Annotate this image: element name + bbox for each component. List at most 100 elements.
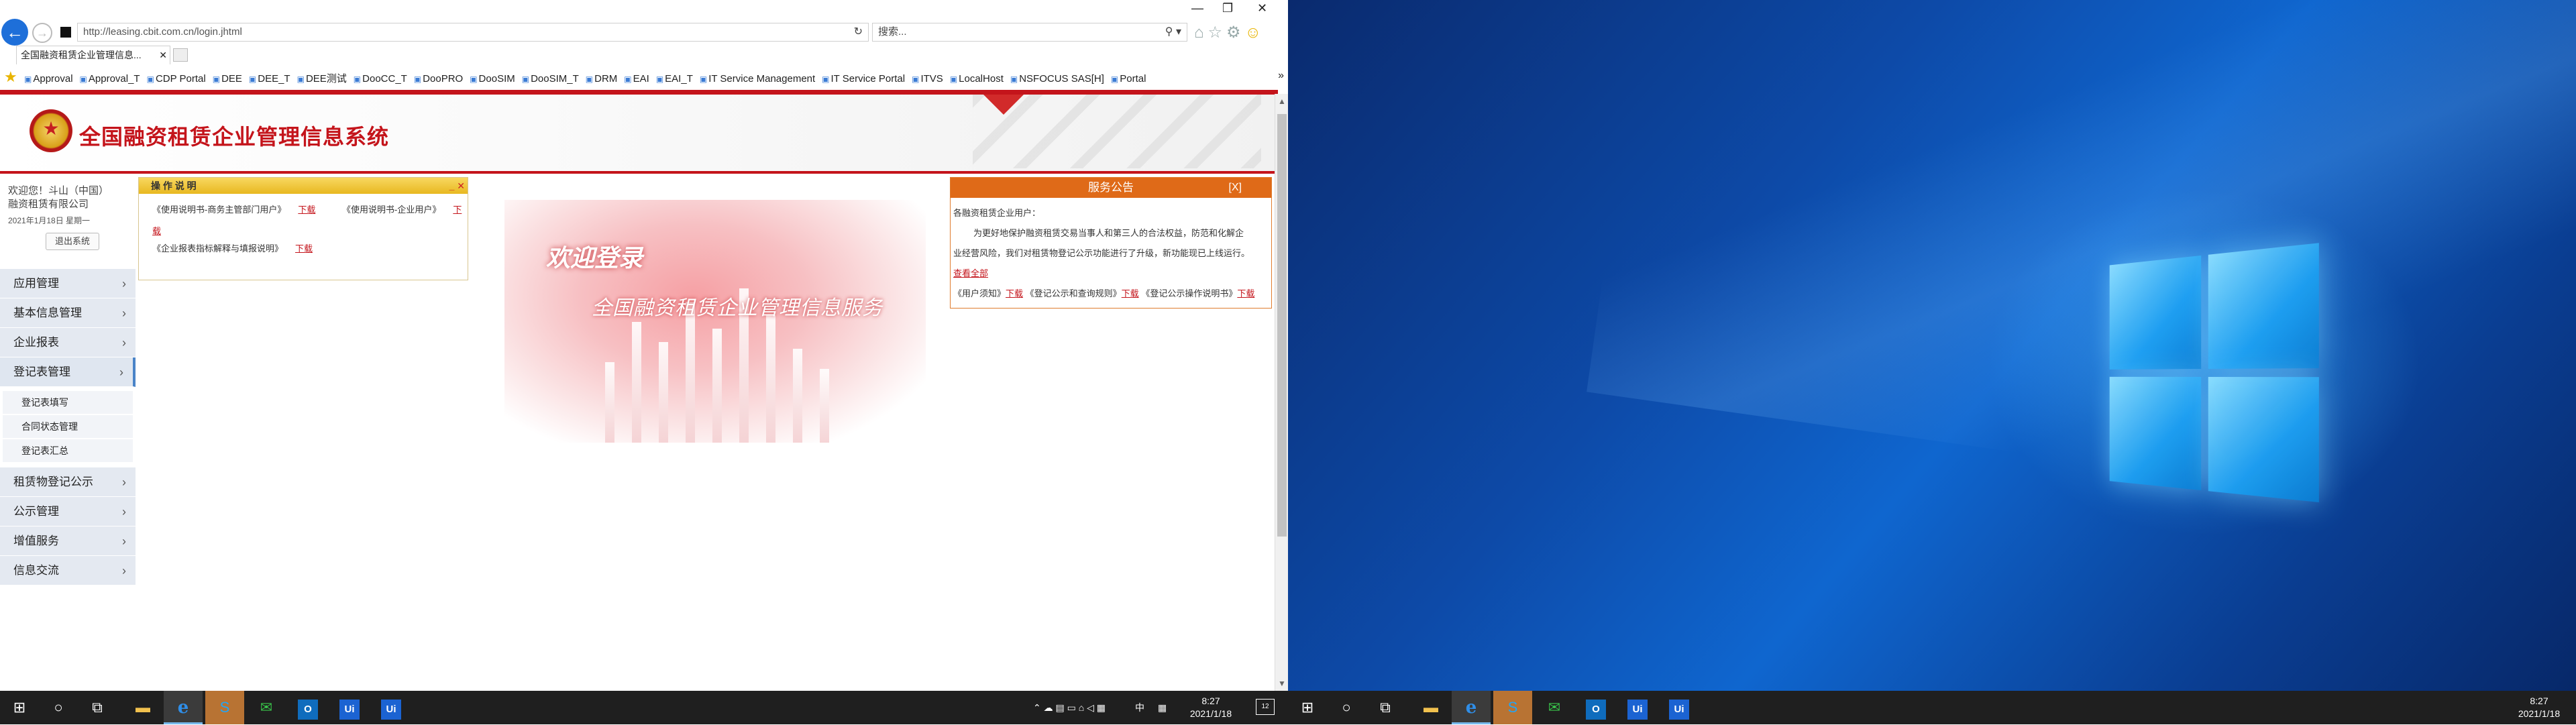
favorite-link[interactable]: DooSIM <box>470 73 515 85</box>
chevron-right-icon: › <box>122 277 126 290</box>
back-button[interactable]: ← <box>1 19 28 46</box>
logo-pane <box>2208 243 2319 369</box>
wechat-icon[interactable]: ✉ <box>247 691 286 724</box>
tab-close-icon[interactable]: ✕ <box>159 46 167 64</box>
favorite-link[interactable]: DEE测试 <box>297 71 347 85</box>
ime-mode-icon[interactable]: ▦ <box>1158 691 1167 724</box>
favorite-link[interactable]: DEE <box>213 73 242 85</box>
search-icon[interactable]: ○ <box>1327 691 1366 724</box>
favorite-link[interactable]: DooSIM_T <box>522 73 579 85</box>
uipath-studio-icon[interactable]: Ui <box>1618 691 1657 724</box>
outlook-icon[interactable]: O <box>288 691 327 724</box>
menu-item-publicity-management[interactable]: 公示管理 › <box>0 497 136 526</box>
download-link[interactable]: 下载 <box>1237 288 1254 298</box>
download-link[interactable]: 下载 <box>295 243 313 254</box>
ime-indicator[interactable]: 中 <box>1135 691 1144 724</box>
notification-center-icon[interactable]: 12 <box>1256 699 1275 715</box>
favorite-link[interactable]: EAI_T <box>656 73 693 85</box>
uipath-robot-icon[interactable]: Ui <box>372 691 411 724</box>
menu-item-lease-registration[interactable]: 租赁物登记公示 › <box>0 467 136 497</box>
current-date: 2021年1月18日 星期一 <box>8 216 91 225</box>
submenu-item-form-summary[interactable]: 登记表汇总 <box>3 439 133 462</box>
submenu-item-contract-status[interactable]: 合同状态管理 <box>3 415 133 438</box>
clock-time: 8:27 <box>2530 695 2548 706</box>
task-view-icon[interactable]: ⧉ <box>1366 691 1405 724</box>
menu-item-registration-forms[interactable]: 登记表管理 › <box>0 357 136 387</box>
favorite-link[interactable]: NSFOCUS SAS[H] <box>1010 73 1104 85</box>
close-window-button[interactable]: ✕ <box>1257 1 1267 15</box>
scrollbar-thumb[interactable] <box>1277 114 1287 537</box>
browser-window: — ❐ ✕ ← → http://leasing.cbit.com.cn/log… <box>0 0 1288 691</box>
internet-explorer-icon[interactable]: e <box>164 691 203 724</box>
view-all-link[interactable]: 查看全部 <box>953 268 988 278</box>
favorite-link[interactable]: LocalHost <box>950 73 1004 85</box>
more-favorites-button[interactable]: » <box>1278 70 1284 82</box>
favorite-link[interactable]: CDP Portal <box>147 73 206 85</box>
building-shape <box>605 362 614 443</box>
new-tab-button[interactable] <box>173 48 188 62</box>
search-icon[interactable]: ⚲ ▾ <box>1165 23 1181 41</box>
system-tray-icons[interactable]: ⌃ ☁ ▤ ▭ ⌂ ◁ ▦ <box>1033 691 1106 724</box>
search-box[interactable]: 搜索... ⚲ ▾ <box>872 23 1187 42</box>
tab-active[interactable]: 全国融资租赁企业管理信息... ✕ <box>16 46 170 64</box>
favorite-link[interactable]: ITVS <box>912 73 943 85</box>
refresh-icon[interactable]: ↻ <box>854 23 863 41</box>
favorite-link[interactable]: DEE_T <box>249 73 290 85</box>
menu-item-basic-info[interactable]: 基本信息管理 › <box>0 298 136 328</box>
file-explorer-icon[interactable]: ▬ <box>1411 691 1450 724</box>
menu-item-app-management[interactable]: 应用管理 › <box>0 269 136 298</box>
menu-item-label: 基本信息管理 <box>13 306 82 319</box>
menu-item-value-added[interactable]: 增值服务 › <box>0 526 136 556</box>
submenu-item-fill-form[interactable]: 登记表填写 <box>3 391 133 414</box>
internet-explorer-icon[interactable]: e <box>1452 691 1491 724</box>
outlook-icon[interactable]: O <box>1576 691 1615 724</box>
favorite-link[interactable]: DooPRO <box>414 73 463 85</box>
forward-button[interactable]: → <box>32 23 52 43</box>
notice-greeting: 各融资租赁企业用户： <box>953 208 1041 218</box>
wechat-icon[interactable]: ✉ <box>1535 691 1574 724</box>
sidebar-menu: 应用管理 › 基本信息管理 › 企业报表 › 登记表管理 › 登记表填写 合同状态管理 … <box>0 269 136 585</box>
file-explorer-icon[interactable]: ▬ <box>123 691 162 724</box>
favorite-link[interactable]: Portal <box>1111 73 1146 85</box>
home-icon[interactable]: ⌂ <box>1194 23 1208 42</box>
download-link[interactable]: 下载 <box>1006 288 1023 298</box>
start-windows-icon[interactable]: ⊞ <box>0 691 39 724</box>
menu-item-label: 租赁物登记公示 <box>13 476 93 488</box>
feedback-smiley-icon[interactable]: ☺ <box>1245 23 1266 42</box>
banner-welcome-text: 欢迎登录 <box>546 244 643 272</box>
favorite-link[interactable]: Approval_T <box>80 73 140 85</box>
panel-close-icon[interactable]: _ ✕ <box>449 178 465 194</box>
favorite-link[interactable]: Approval <box>24 73 72 85</box>
clock[interactable]: 8:27 2021/1/18 <box>2509 695 2569 720</box>
scroll-down-icon[interactable]: ▼ <box>1275 679 1288 688</box>
uipath-robot-icon[interactable]: Ui <box>1660 691 1699 724</box>
favorite-link[interactable]: IT Service Portal <box>822 73 906 85</box>
skype-icon[interactable]: S <box>205 691 244 724</box>
menu-item-info-exchange[interactable]: 信息交流 › <box>0 556 136 585</box>
favorites-bar: ★ Approval Approval_T CDP Portal DEE DEE_T DE… <box>0 67 1288 89</box>
gear-icon[interactable]: ⚙ <box>1226 23 1245 42</box>
maximize-button[interactable]: ❐ <box>1222 1 1233 15</box>
notice-close-button[interactable]: [X] <box>1228 178 1242 198</box>
task-view-icon[interactable]: ⧉ <box>78 691 117 724</box>
download-link[interactable]: 下载 <box>1122 288 1139 298</box>
favorite-link[interactable]: DooCC_T <box>354 73 407 85</box>
download-link[interactable]: 下载 <box>298 205 315 215</box>
search-icon[interactable]: ○ <box>39 691 78 724</box>
start-windows-icon[interactable]: ⊞ <box>1288 691 1327 724</box>
address-bar[interactable]: http://leasing.cbit.com.cn/login.jhtml ↻ <box>77 23 869 42</box>
chevron-right-icon: › <box>119 366 123 379</box>
favorite-link[interactable]: EAI <box>624 73 649 85</box>
uipath-studio-icon[interactable]: Ui <box>330 691 369 724</box>
menu-item-enterprise-reports[interactable]: 企业报表 › <box>0 328 136 357</box>
clock[interactable]: 8:27 2021/1/18 <box>1181 695 1241 720</box>
add-favorite-icon[interactable]: ★ <box>4 68 17 86</box>
scroll-up-icon[interactable]: ▲ <box>1275 97 1288 106</box>
logout-button[interactable]: 退出系统 <box>46 233 99 250</box>
favorite-link[interactable]: IT Service Management <box>700 73 815 85</box>
favorite-link[interactable]: DRM <box>586 73 617 85</box>
vertical-scrollbar[interactable]: ▲ ▼ <box>1275 94 1288 691</box>
minimize-button[interactable]: — <box>1191 1 1203 15</box>
favorites-star-icon[interactable]: ☆ <box>1208 23 1227 42</box>
skype-icon[interactable]: S <box>1493 691 1532 724</box>
